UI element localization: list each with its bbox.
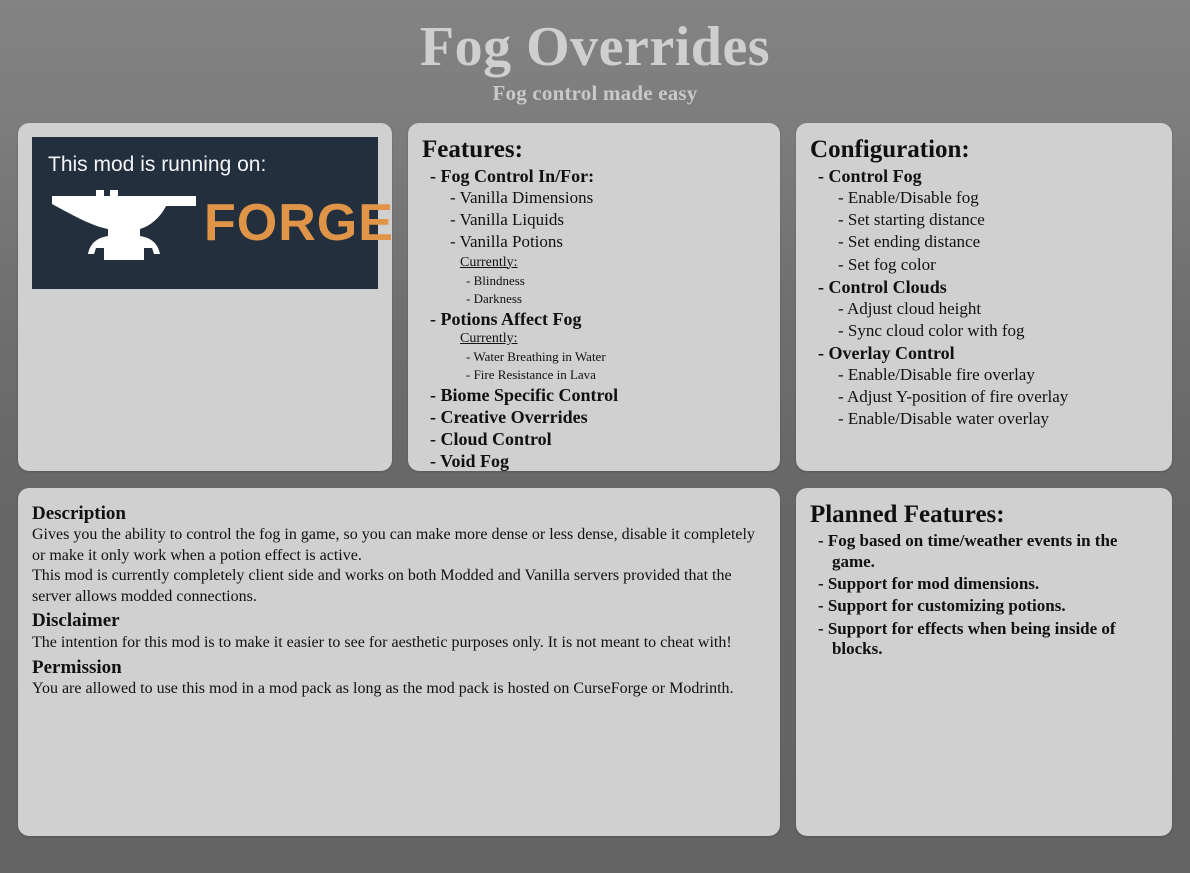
features-heading: Features: xyxy=(422,135,523,163)
description-card: Description Gives you the ability to con… xyxy=(18,487,780,836)
configuration-heading: Configuration: xyxy=(810,135,970,163)
permission-heading: Permission xyxy=(32,656,122,678)
feature-fog-control: - Fog Control In/For: xyxy=(430,166,595,187)
forge-badge: This mod is running on: FORGE xyxy=(32,136,393,289)
anvil-icon xyxy=(52,189,196,260)
permission-body: You are allowed to use this mod in a mod… xyxy=(32,680,734,698)
planned-mod-dimensions: - Support for mod dimensions. xyxy=(817,574,1040,593)
feature-cloud-control: - Cloud Control xyxy=(430,428,552,449)
feature-potions-affect-fog: - Potions Affect Fog xyxy=(430,308,582,329)
feature-biome-specific-control: - Biome Specific Control xyxy=(430,384,619,405)
feature-vanilla-dimensions: - Vanilla Dimensions xyxy=(450,188,594,208)
feature-void-fog: - Void Fog xyxy=(430,451,510,472)
feature-vanilla-potions: - Vanilla Potions xyxy=(450,232,564,252)
forge-caption: This mod is running on: xyxy=(48,152,267,176)
feature-fire-resistance: - Fire Resistance in Lava xyxy=(466,367,596,383)
bottom-card-row: Description Gives you the ability to con… xyxy=(0,487,1190,836)
feature-creative-overrides: - Creative Overrides xyxy=(430,406,588,427)
config-control-fog: - Control Fog xyxy=(818,166,922,187)
planned-time-weather: - Fog based on time/weather events in th… xyxy=(817,531,1118,571)
forge-logo: FORGE xyxy=(48,182,393,264)
features-card: Features: - Fog Control In/For: - Vanill… xyxy=(408,122,781,472)
feature-currently-label-1: Currently: xyxy=(460,254,518,270)
config-set-starting-distance: - Set starting distance xyxy=(838,210,985,230)
feature-blindness: - Blindness xyxy=(466,273,525,289)
config-adjust-cloud-height: - Adjust cloud height xyxy=(838,298,982,318)
forge-status-card: This mod is running on: FORGE xyxy=(18,122,393,471)
description-paragraph-2: This mod is currently completely client … xyxy=(32,567,732,605)
config-control-clouds: - Control Clouds xyxy=(818,276,947,297)
feature-darkness: - Darkness xyxy=(466,290,522,306)
config-set-ending-distance: - Set ending distance xyxy=(838,232,981,252)
config-enable-disable-water-overlay: - Enable/Disable water overlay xyxy=(838,409,1050,429)
planned-features-card: Planned Features: - Fog based on time/we… xyxy=(795,487,1172,836)
page-root: Fog Overrides Fog control made easy This… xyxy=(0,0,1190,873)
config-sync-cloud-color: - Sync cloud color with fog xyxy=(838,320,1025,340)
config-enable-disable-fog: - Enable/Disable fog xyxy=(838,188,979,208)
page-subtitle: Fog control made easy xyxy=(492,80,698,105)
page-header: Fog Overrides Fog control made easy xyxy=(0,0,1190,106)
description-paragraph-1: Gives you the ability to control the fog… xyxy=(32,526,755,564)
configuration-card: Configuration: - Control Fog - Enable/Di… xyxy=(796,122,1172,471)
planned-inside-blocks: - Support for effects when being inside … xyxy=(817,618,1116,659)
config-overlay-control: - Overlay Control xyxy=(818,342,955,363)
config-set-fog-color: - Set fog color xyxy=(838,254,936,274)
disclaimer-heading: Disclaimer xyxy=(32,610,120,632)
description-heading: Description xyxy=(32,502,126,524)
top-card-row: This mod is running on: FORGE Features: … xyxy=(0,122,1190,472)
feature-water-breathing: - Water Breathing in Water xyxy=(466,349,606,365)
config-enable-disable-fire-overlay: - Enable/Disable fire overlay xyxy=(838,364,1035,384)
feature-vanilla-liquids: - Vanilla Liquids xyxy=(450,210,564,230)
disclaimer-body: The intention for this mod is to make it… xyxy=(32,634,732,652)
feature-currently-label-2: Currently: xyxy=(460,330,518,346)
planned-customizing-potions: - Support for customizing potions. xyxy=(817,596,1066,616)
page-title: Fog Overrides xyxy=(419,16,771,78)
config-adjust-y-fire-overlay: - Adjust Y-position of fire overlay xyxy=(838,387,1069,407)
forge-wordmark: FORGE xyxy=(204,193,394,252)
planned-features-heading: Planned Features: xyxy=(809,500,1005,528)
